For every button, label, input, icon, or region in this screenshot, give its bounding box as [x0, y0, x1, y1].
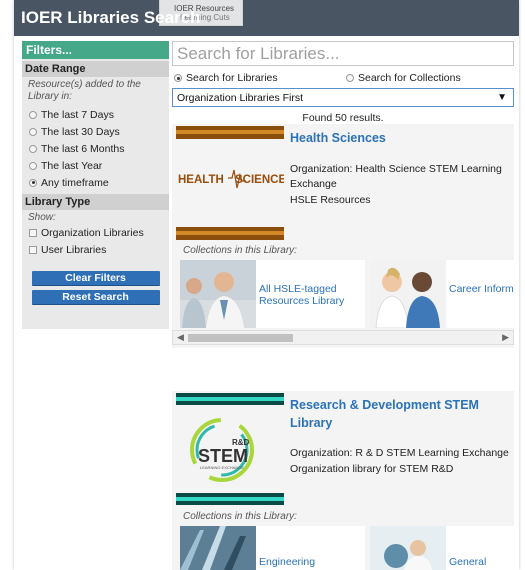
date-option-30-days[interactable]: The last 30 Days [22, 123, 169, 140]
date-option-label: The last 30 Days [41, 125, 120, 138]
library-type-note: Show: [28, 212, 56, 223]
radio-button[interactable] [29, 144, 37, 153]
date-option-label: The last 6 Months [41, 142, 125, 155]
scroll-left-icon[interactable]: ◀ [177, 332, 184, 343]
radio-button[interactable] [29, 161, 37, 170]
date-option-label: The last 7 Days [41, 108, 114, 121]
radio-button[interactable] [29, 127, 37, 136]
collection-tile[interactable]: All HSLE-tagged Resources Library [180, 260, 365, 328]
library-description: HSLE Resources [290, 194, 371, 206]
date-range-heading: Date Range [22, 61, 169, 77]
logo-text-science: SCIENCE [235, 174, 284, 186]
reset-search-button[interactable]: Reset Search [31, 290, 160, 305]
health-sciences-logo[interactable]: HEALTH SCIENCE [176, 126, 284, 241]
library-type-heading: Library Type [22, 194, 169, 210]
radio-button-selected[interactable] [174, 74, 182, 82]
date-option-label: The last Year [41, 159, 103, 172]
collection-thumbnail [180, 260, 256, 328]
collections-scrollbar[interactable]: ◀ ▶ [172, 330, 514, 345]
collections-label: Collections in this Library: [183, 245, 297, 256]
radio-button[interactable] [29, 110, 37, 119]
search-mode-selector: Search for Libraries Search for Collecti… [174, 72, 514, 86]
collection-link[interactable]: General [449, 556, 486, 568]
logo-stem-text: STEM [198, 446, 248, 466]
logo-text-health: HEALTH [178, 174, 224, 186]
collection-thumbnail [370, 526, 446, 570]
collection-tile[interactable]: Career Inform [370, 260, 514, 328]
collection-link[interactable]: All HSLE-tagged Resources Library [259, 283, 359, 307]
library-card: HEALTH SCIENCE Health Sciences Organizat… [172, 124, 514, 348]
clear-filters-button[interactable]: Clear Filters [31, 271, 160, 286]
date-range-note: Resource(s) added to the Library in: [28, 79, 141, 102]
collection-link[interactable]: Career Inform [449, 283, 514, 295]
collection-thumbnail [180, 526, 256, 570]
type-option-user[interactable]: User Libraries [22, 241, 169, 258]
sort-select-value: Organization Libraries First [177, 92, 304, 104]
mode-collections-label: Search for Collections [358, 72, 461, 84]
dropdown-arrow-icon: ▼ [497, 92, 507, 103]
results-count: Found 50 results. [302, 112, 384, 124]
date-option-last-year[interactable]: The last Year [22, 157, 169, 174]
date-option-any[interactable]: Any timeframe [22, 174, 169, 191]
collection-tile[interactable]: Engineering [180, 526, 365, 570]
checkbox[interactable] [29, 228, 37, 237]
library-name[interactable]: Health Sciences [290, 129, 386, 147]
app-header: IOER Resources Learning Cuts IOER Librar… [14, 0, 519, 36]
rd-stem-logo[interactable]: R&D STEM LEARNING EXCHANGE [176, 393, 284, 508]
radio-button[interactable] [346, 74, 354, 82]
type-option-label: User Libraries [41, 243, 107, 256]
date-option-label: Any timeframe [41, 176, 109, 189]
type-option-label: Organization Libraries [41, 226, 144, 239]
collection-tile[interactable]: General [370, 526, 514, 570]
scroll-right-icon[interactable]: ▶ [502, 332, 509, 343]
radio-button-selected[interactable] [29, 178, 37, 187]
collection-link[interactable]: Engineering [259, 556, 315, 568]
sort-select[interactable]: Organization Libraries First ▼ [172, 88, 514, 107]
mode-libraries-option[interactable]: Search for Libraries [174, 72, 278, 84]
filters-sidebar: Filters... Date Range Resource(s) added … [22, 41, 169, 329]
collections-label: Collections in this Library: [183, 511, 297, 522]
date-option-7-days[interactable]: The last 7 Days [22, 106, 169, 123]
library-organization: Organization: Health Science STEM Learni… [290, 163, 502, 190]
library-card: R&D STEM LEARNING EXCHANGE Research & De… [172, 391, 514, 570]
mode-libraries-label: Search for Libraries [186, 72, 278, 84]
collection-thumbnail [370, 260, 446, 328]
type-option-organization[interactable]: Organization Libraries [22, 224, 169, 241]
scrollbar-thumb[interactable] [188, 334, 293, 342]
library-name[interactable]: Research & Development STEM Library [290, 396, 500, 432]
filters-heading: Filters... [22, 41, 169, 59]
mode-collections-option[interactable]: Search for Collections [346, 72, 461, 84]
page: IOER Resources Learning Cuts IOER Librar… [14, 0, 519, 570]
checkbox[interactable] [29, 245, 37, 254]
page-title: IOER Libraries Search [21, 8, 201, 27]
library-organization: Organization: R & D STEM Learning Exchan… [290, 447, 509, 459]
search-input[interactable]: Search for Libraries... [172, 41, 514, 66]
library-description: Organization library for STEM R&D [290, 463, 454, 475]
date-option-6-months[interactable]: The last 6 Months [22, 140, 169, 157]
logo-sub-text: LEARNING EXCHANGE [200, 465, 244, 470]
